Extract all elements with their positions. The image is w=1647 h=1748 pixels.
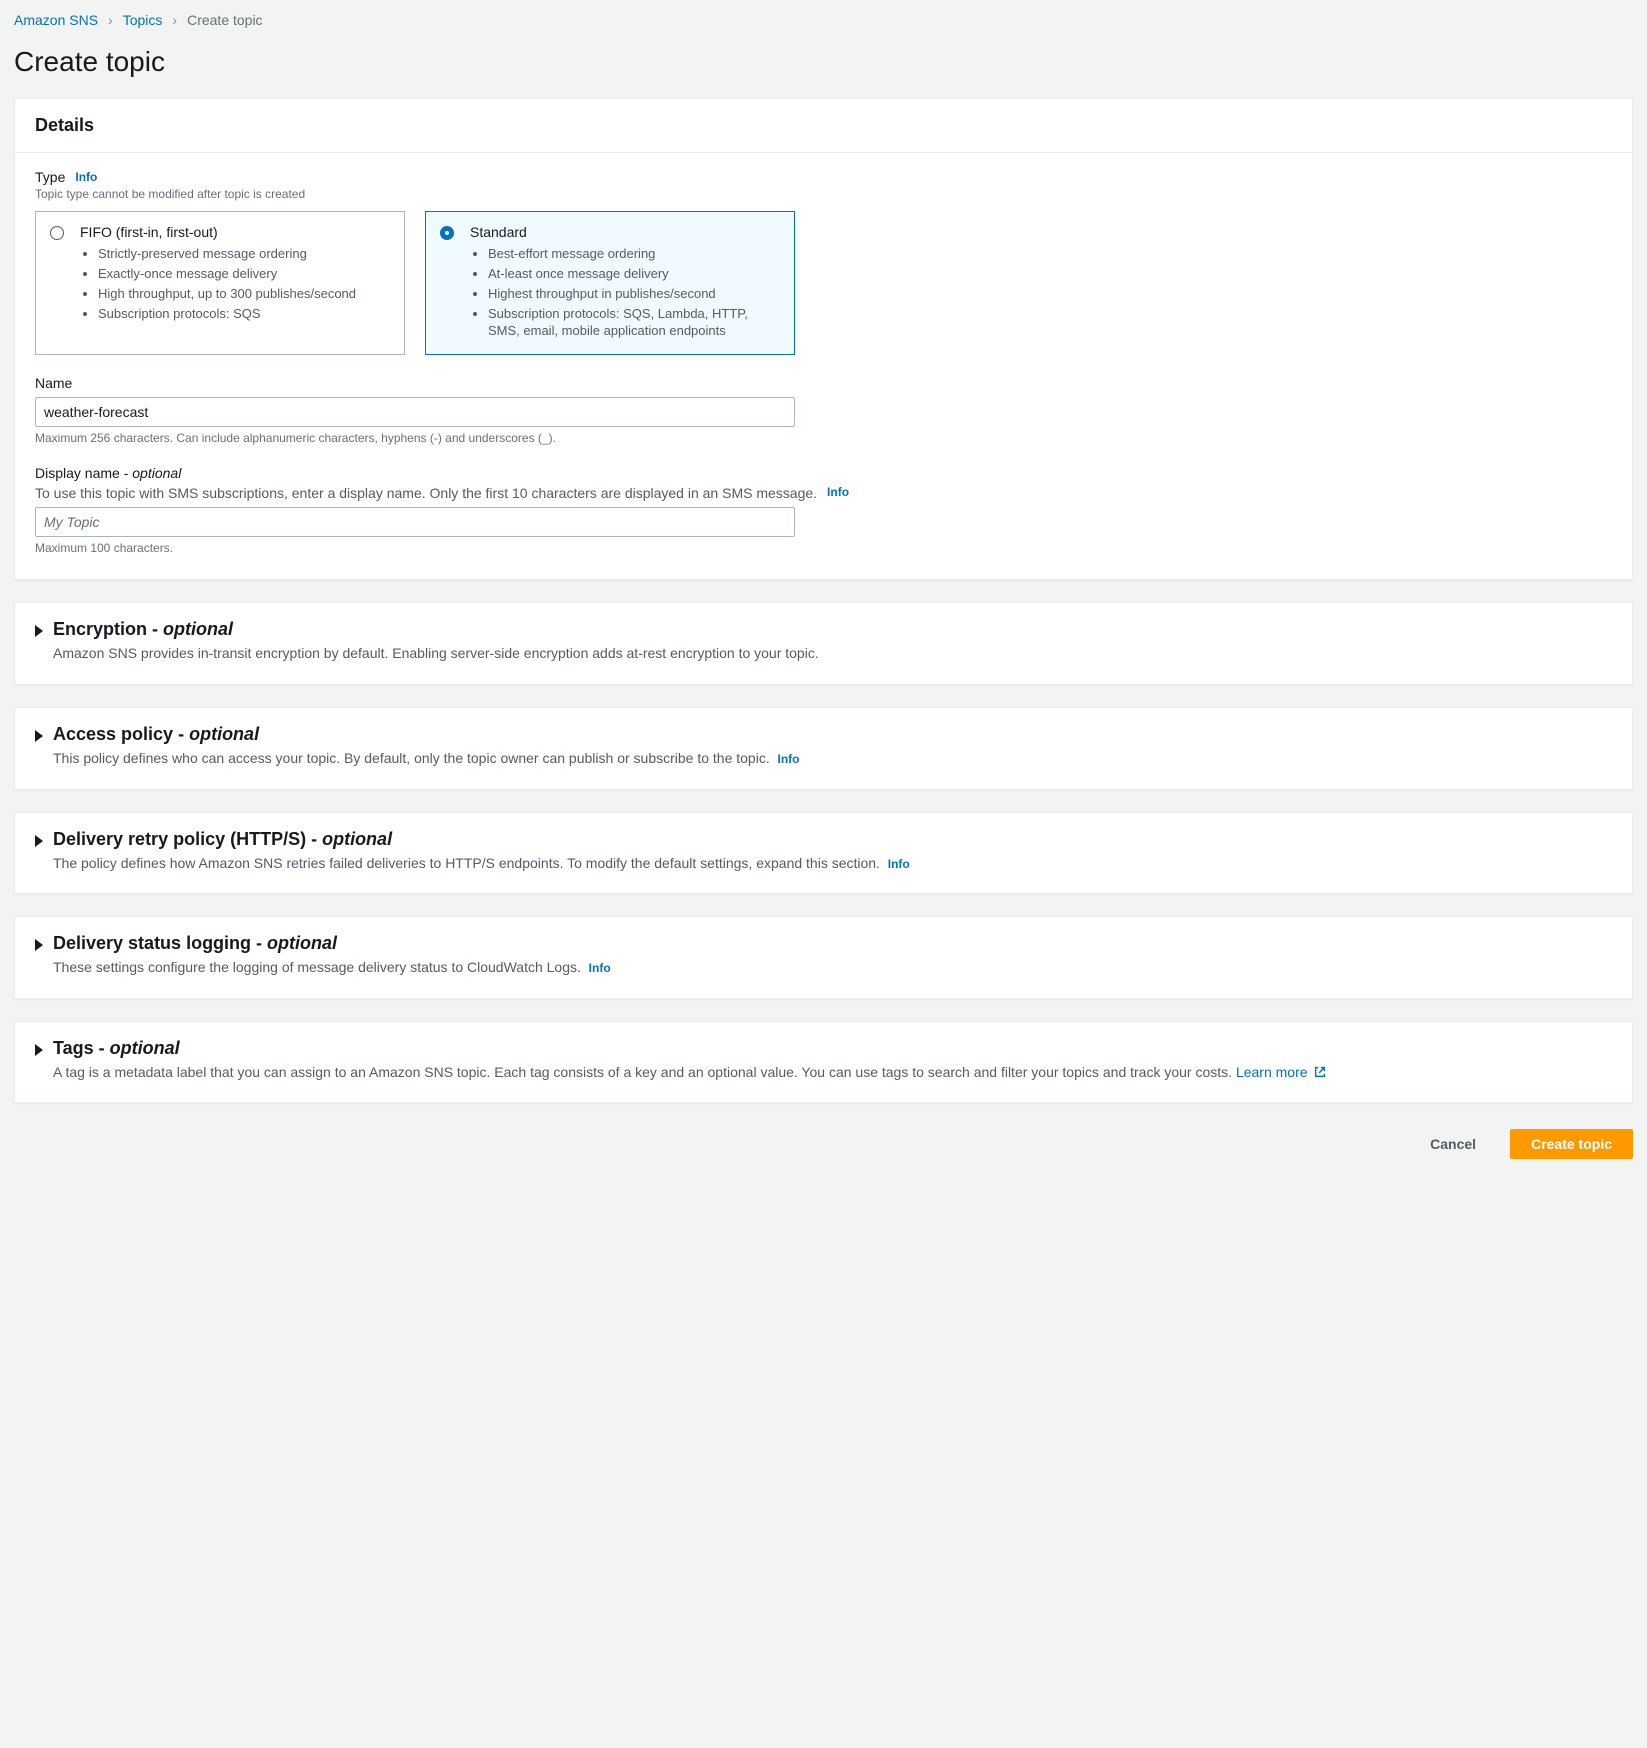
tags-toggle[interactable]: Tags - optional A tag is a metadata labe… xyxy=(35,1038,1612,1083)
radio-icon xyxy=(50,226,64,240)
standard-bullet: Best-effort message ordering xyxy=(488,246,782,263)
display-hint: Maximum 100 characters. xyxy=(35,541,1612,555)
type-tile-fifo[interactable]: FIFO (first-in, first-out) Strictly-pres… xyxy=(35,211,405,355)
logging-sub: These settings configure the logging of … xyxy=(53,959,581,975)
type-sublabel: Topic type cannot be modified after topi… xyxy=(35,187,1612,201)
caret-right-icon xyxy=(35,625,43,637)
retry-sub: The policy defines how Amazon SNS retrie… xyxy=(53,855,880,871)
breadcrumb-root[interactable]: Amazon SNS xyxy=(14,12,98,28)
tags-panel: Tags - optional A tag is a metadata labe… xyxy=(14,1021,1633,1104)
breadcrumb-topics[interactable]: Topics xyxy=(123,12,163,28)
type-field: Type Info Topic type cannot be modified … xyxy=(35,169,1612,355)
access-sub: This policy defines who can access your … xyxy=(53,750,770,766)
create-topic-button[interactable]: Create topic xyxy=(1510,1129,1633,1159)
retry-policy-toggle[interactable]: Delivery retry policy (HTTP/S) - optiona… xyxy=(35,829,1612,874)
displayname-input[interactable] xyxy=(35,507,795,537)
logging-panel: Delivery status logging - optional These… xyxy=(14,916,1633,999)
display-label: Display name - xyxy=(35,465,132,481)
display-optional: optional xyxy=(132,465,181,481)
standard-bullet: Subscription protocols: SQS, Lambda, HTT… xyxy=(488,306,782,340)
fifo-bullet: Exactly-once message delivery xyxy=(98,266,392,283)
form-footer: Cancel Create topic xyxy=(14,1125,1633,1163)
name-field: Name Maximum 256 characters. Can include… xyxy=(35,375,1612,445)
caret-right-icon xyxy=(35,1044,43,1056)
name-label: Name xyxy=(35,375,72,391)
display-info-link[interactable]: Info xyxy=(827,485,849,499)
logging-info-link[interactable]: Info xyxy=(589,961,611,975)
radio-icon xyxy=(440,226,454,240)
encryption-panel: Encryption - optional Amazon SNS provide… xyxy=(14,602,1633,685)
breadcrumb: Amazon SNS › Topics › Create topic xyxy=(14,8,1633,46)
retry-policy-panel: Delivery retry policy (HTTP/S) - optiona… xyxy=(14,812,1633,895)
retry-info-link[interactable]: Info xyxy=(888,857,910,871)
encryption-toggle[interactable]: Encryption - optional Amazon SNS provide… xyxy=(35,619,1612,664)
page-title: Create topic xyxy=(14,46,1633,78)
fifo-bullet: Subscription protocols: SQS xyxy=(98,306,392,323)
caret-right-icon xyxy=(35,835,43,847)
details-header: Details xyxy=(15,99,1632,153)
fifo-bullet: Strictly-preserved message ordering xyxy=(98,246,392,263)
standard-bullet: Highest throughput in publishes/second xyxy=(488,286,782,303)
standard-bullet: At-least once message delivery xyxy=(488,266,782,283)
standard-title: Standard xyxy=(470,224,782,240)
name-input[interactable] xyxy=(35,397,795,427)
caret-right-icon xyxy=(35,939,43,951)
access-policy-toggle[interactable]: Access policy - optional This policy def… xyxy=(35,724,1612,769)
details-panel: Details Type Info Topic type cannot be m… xyxy=(14,98,1633,580)
external-link-icon xyxy=(1313,1065,1327,1079)
chevron-right-icon: › xyxy=(108,12,113,28)
tags-learn-more-link[interactable]: Learn more xyxy=(1236,1064,1327,1080)
name-hint: Maximum 256 characters. Can include alph… xyxy=(35,431,1612,445)
access-info-link[interactable]: Info xyxy=(778,752,800,766)
cancel-button[interactable]: Cancel xyxy=(1410,1130,1496,1158)
access-policy-panel: Access policy - optional This policy def… xyxy=(14,707,1633,790)
display-sublabel: To use this topic with SMS subscriptions… xyxy=(35,485,817,501)
type-tile-standard[interactable]: Standard Best-effort message ordering At… xyxy=(425,211,795,355)
chevron-right-icon: › xyxy=(172,12,177,28)
tags-sub: A tag is a metadata label that you can a… xyxy=(53,1064,1236,1080)
fifo-bullet: High throughput, up to 300 publishes/sec… xyxy=(98,286,392,303)
fifo-title: FIFO (first-in, first-out) xyxy=(80,224,392,240)
displayname-field: Display name - optional To use this topi… xyxy=(35,465,1612,555)
encryption-sub: Amazon SNS provides in-transit encryptio… xyxy=(53,644,819,664)
breadcrumb-current: Create topic xyxy=(187,12,262,28)
logging-toggle[interactable]: Delivery status logging - optional These… xyxy=(35,933,1612,978)
caret-right-icon xyxy=(35,730,43,742)
type-label: Type xyxy=(35,169,65,185)
type-info-link[interactable]: Info xyxy=(75,170,97,184)
